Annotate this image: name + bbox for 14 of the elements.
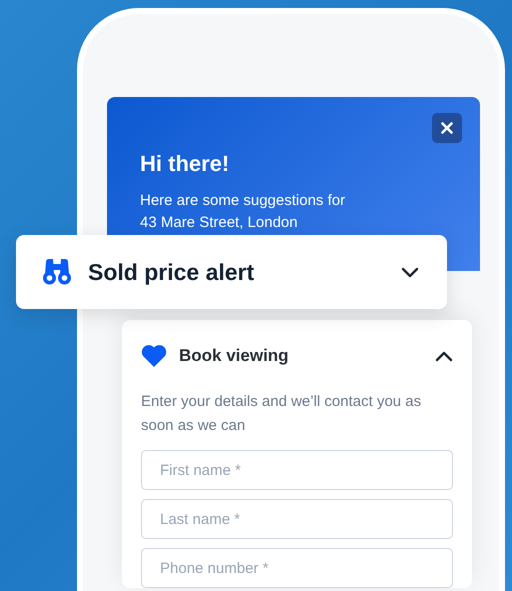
chevron-down-icon [401,266,419,278]
greeting-title: Hi there! [140,151,230,177]
chevron-up-icon [435,350,453,362]
input-field[interactable]: Last name * [141,499,453,539]
alert-card[interactable]: Sold price alert [16,235,447,309]
heart-icon [141,344,167,368]
booking-description: Enter your details and we’ll contact you as soon as we can [141,392,422,436]
booking-header[interactable]: Book viewing [141,344,453,368]
close-button[interactable] [432,113,462,143]
address-text: Here are some suggestions for 43 Mare Street, London [140,191,346,233]
input-field[interactable]: Phone number * [141,548,453,588]
input-field[interactable]: First name * [141,450,453,490]
binoculars-icon [42,258,72,286]
close-icon [441,122,453,134]
